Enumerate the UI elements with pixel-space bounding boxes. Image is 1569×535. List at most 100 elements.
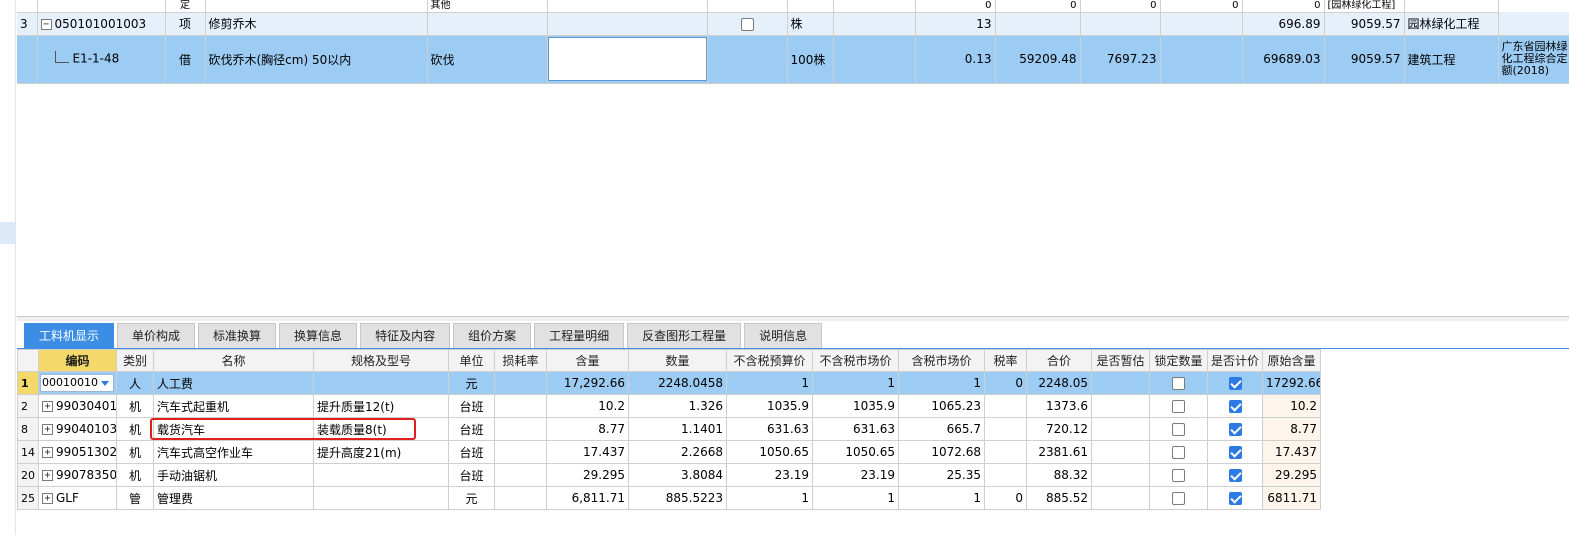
expand-icon[interactable]: +: [42, 493, 53, 504]
col-header-spec[interactable]: 规格及型号: [313, 349, 449, 372]
col-header-quantity[interactable]: 数量: [628, 349, 727, 372]
content-cell[interactable]: 17,292.66: [546, 371, 629, 395]
budget-price-cell[interactable]: 1: [726, 371, 813, 395]
content-cell[interactable]: 29.295: [546, 463, 629, 487]
code-cell[interactable]: +990401030: [38, 417, 117, 441]
checkbox[interactable]: [740, 17, 754, 31]
priced-checkbox[interactable]: [1228, 446, 1242, 459]
market-price-cell[interactable]: 23.19: [812, 463, 899, 487]
budget-price-cell[interactable]: 1: [726, 486, 813, 510]
content-cell[interactable]: 6,811.71: [546, 486, 629, 510]
table-row-sub[interactable]: E1-1-48 借 砍伐乔木(胸径cm) 50以内 砍伐 100株 0.13 5…: [17, 35, 1569, 84]
col-header-content[interactable]: 含量: [546, 349, 629, 372]
code-cell[interactable]: + GLF: [38, 486, 117, 510]
spec-cell[interactable]: 提升质量12(t): [313, 394, 449, 418]
table-row-item[interactable]: 3 −050101001003 项 修剪乔木 株 13 696.89 9059.…: [17, 12, 1569, 36]
qty-cell[interactable]: 13: [915, 12, 996, 36]
lock-quantity-checkbox[interactable]: [1172, 423, 1185, 436]
quantity-cell[interactable]: 2.2668: [628, 440, 727, 464]
item-code-cell[interactable]: −050101001003: [37, 12, 166, 36]
provisional-cell[interactable]: [1091, 486, 1150, 510]
col-header-category[interactable]: 类别: [116, 349, 154, 372]
market-price-cell[interactable]: 1035.9: [812, 394, 899, 418]
spec-cell[interactable]: 提升高度21(m): [313, 440, 449, 464]
collapse-icon[interactable]: −: [40, 18, 52, 30]
loss-rate-cell[interactable]: [494, 417, 547, 441]
market-price-tax-cell[interactable]: 1: [898, 371, 985, 395]
market-price-tax-cell[interactable]: 1072.68: [898, 440, 985, 464]
code-cell[interactable]: +990304012: [38, 394, 117, 418]
priced-checkbox[interactable]: [1228, 400, 1242, 413]
col-header-total[interactable]: 合价: [1026, 349, 1092, 372]
tab-pricing-scheme[interactable]: 组价方案: [453, 323, 532, 349]
quantity-cell[interactable]: 3.8084: [628, 463, 727, 487]
tax-rate-cell[interactable]: [984, 417, 1027, 441]
quantity-cell[interactable]: 1.326: [628, 394, 727, 418]
col-header-market-price[interactable]: 不含税市场价: [812, 349, 899, 372]
content-cell[interactable]: 10.2: [546, 394, 629, 418]
tab-description[interactable]: 说明信息: [744, 323, 823, 349]
provisional-cell[interactable]: [1091, 394, 1150, 418]
provisional-cell[interactable]: [1091, 417, 1150, 441]
content-cell[interactable]: 17.437: [546, 440, 629, 464]
budget-price-cell[interactable]: 631.63: [726, 417, 813, 441]
tab-features-content[interactable]: 特征及内容: [360, 323, 451, 349]
lock-quantity-checkbox[interactable]: [1172, 492, 1185, 505]
loss-rate-cell[interactable]: [494, 440, 547, 464]
col-header-original-content[interactable]: 原始含量: [1262, 349, 1321, 372]
lock-quantity-checkbox[interactable]: [1172, 469, 1185, 482]
col-header-market-price-tax[interactable]: 含税市场价: [898, 349, 985, 372]
table-row[interactable]: 定 其他 0 0 0 0 0 [园林绿化工程]: [17, 0, 1569, 13]
quantity-cell[interactable]: 1.1401: [628, 417, 727, 441]
table-row[interactable]: 8+990401030机载货汽车装载质量8(t)台班8.771.1401631.…: [17, 417, 1321, 441]
qty-cell[interactable]: 0.13: [915, 35, 996, 84]
code-cell[interactable]: 00010010: [38, 371, 117, 395]
priced-checkbox[interactable]: [1228, 469, 1242, 482]
name-cell[interactable]: 汽车式高空作业车: [153, 440, 314, 464]
market-price-cell[interactable]: 1: [812, 371, 899, 395]
content-cell[interactable]: 8.77: [546, 417, 629, 441]
code-cell[interactable]: +990783500: [38, 463, 117, 487]
col-header-tax-rate[interactable]: 税率: [984, 349, 1027, 372]
tax-rate-cell[interactable]: 0: [984, 371, 1027, 395]
expand-icon[interactable]: +: [42, 470, 53, 481]
name-cell[interactable]: 修剪乔木: [205, 12, 428, 36]
col-header-provisional[interactable]: 是否暂估: [1091, 349, 1150, 372]
col-header-lock-qty[interactable]: 锁定数量: [1149, 349, 1208, 372]
market-price-cell[interactable]: 1050.65: [812, 440, 899, 464]
table-row[interactable]: 14+990513020机汽车式高空作业车提升高度21(m)台班17.4372.…: [17, 440, 1321, 464]
tab-labor-material-machine[interactable]: 工料机显示: [24, 323, 115, 349]
market-price-tax-cell[interactable]: 1: [898, 486, 985, 510]
tab-conversion-info[interactable]: 换算信息: [279, 323, 358, 349]
col-header-name[interactable]: 名称: [153, 349, 314, 372]
tab-unit-price-composition[interactable]: 单价构成: [117, 323, 196, 349]
budget-price-cell[interactable]: 1035.9: [726, 394, 813, 418]
code-input[interactable]: 00010010: [40, 374, 114, 392]
expand-icon[interactable]: +: [42, 401, 53, 412]
market-price-cell[interactable]: 1: [812, 486, 899, 510]
market-price-tax-cell[interactable]: 1065.23: [898, 394, 985, 418]
name-cell[interactable]: 汽车式起重机: [153, 394, 314, 418]
name-cell[interactable]: 人工费: [153, 371, 314, 395]
spec-cell[interactable]: 砍伐: [427, 35, 548, 84]
priced-checkbox[interactable]: [1228, 377, 1242, 390]
tax-rate-cell[interactable]: [984, 463, 1027, 487]
budget-price-cell[interactable]: 1050.65: [726, 440, 813, 464]
name-cell[interactable]: 管理费: [153, 486, 314, 510]
tax-rate-cell[interactable]: [984, 394, 1027, 418]
tab-reverse-graphic-quantity[interactable]: 反查图形工程量: [627, 323, 742, 349]
expand-icon[interactable]: +: [42, 424, 53, 435]
priced-checkbox[interactable]: [1228, 492, 1242, 505]
quantity-cell[interactable]: 885.5223: [628, 486, 727, 510]
name-cell[interactable]: 载货汽车: [153, 417, 314, 441]
tab-quantity-detail[interactable]: 工程量明细: [534, 323, 625, 349]
budget-price-cell[interactable]: 23.19: [726, 463, 813, 487]
code-cell[interactable]: +990513020: [38, 440, 117, 464]
loss-rate-cell[interactable]: [494, 394, 547, 418]
lock-quantity-checkbox[interactable]: [1172, 400, 1185, 413]
provisional-cell[interactable]: [1091, 371, 1150, 395]
tax-rate-cell[interactable]: [984, 440, 1027, 464]
table-row[interactable]: 2+990304012机汽车式起重机提升质量12(t)台班10.21.32610…: [17, 394, 1321, 418]
col-header-code[interactable]: 编码: [38, 349, 117, 372]
priced-checkbox[interactable]: [1228, 423, 1242, 436]
